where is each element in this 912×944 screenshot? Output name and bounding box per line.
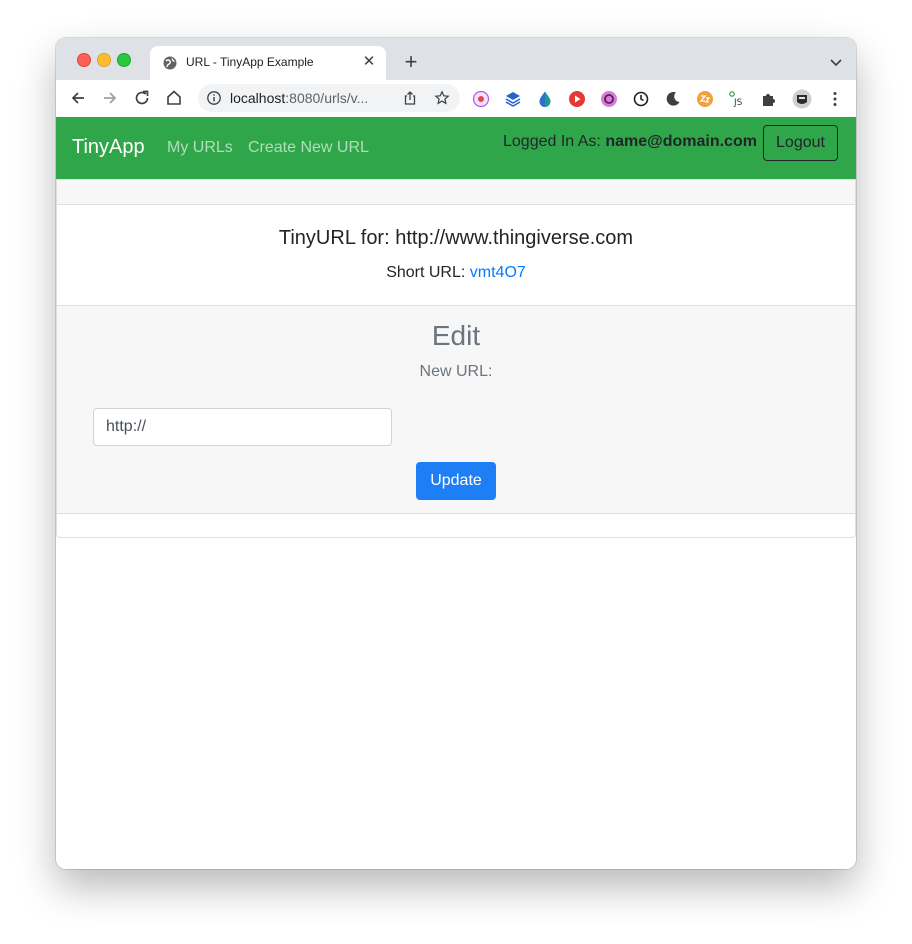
share-icon[interactable] bbox=[402, 90, 418, 106]
extension-a-icon[interactable] bbox=[472, 90, 490, 108]
short-url-label: Short URL: bbox=[386, 264, 466, 281]
globe-icon bbox=[163, 56, 177, 70]
more-icon[interactable] bbox=[826, 90, 844, 108]
home-icon[interactable] bbox=[164, 88, 184, 108]
nav-link-my-urls[interactable]: My URLs bbox=[167, 139, 233, 157]
chevron-down-icon[interactable] bbox=[826, 52, 846, 72]
logged-in-status: Logged In As: name@domain.com bbox=[503, 133, 757, 151]
bookmark-star-icon[interactable] bbox=[434, 90, 450, 106]
layers-icon[interactable] bbox=[504, 90, 522, 108]
clock-icon[interactable] bbox=[632, 90, 650, 108]
new-tab-button[interactable]: + bbox=[400, 51, 422, 74]
logout-button[interactable]: Logout bbox=[763, 125, 838, 161]
svg-text:JS: JS bbox=[733, 98, 743, 108]
address-url: localhost:8080/urls/v... bbox=[230, 90, 368, 106]
window-maximize-button[interactable] bbox=[117, 53, 131, 67]
back-arrow-icon[interactable] bbox=[68, 88, 88, 108]
forward-arrow-icon[interactable] bbox=[100, 88, 120, 108]
close-tab-icon[interactable]: ✕ bbox=[360, 53, 378, 71]
short-url-line: Short URL: vmt4O7 bbox=[57, 264, 855, 282]
app-navbar: TinyApp My URLs Create New URL Logged In… bbox=[56, 117, 856, 179]
brand-link[interactable]: TinyApp bbox=[72, 136, 145, 159]
puzzle-icon[interactable] bbox=[760, 90, 778, 108]
zz-icon[interactable] bbox=[696, 90, 714, 108]
moon-icon[interactable] bbox=[664, 90, 682, 108]
window-minimize-button[interactable] bbox=[97, 53, 111, 67]
address-bar[interactable]: localhost:8080/urls/v... bbox=[198, 84, 460, 112]
page-content: TinyApp My URLs Create New URL Logged In… bbox=[56, 117, 856, 869]
update-button[interactable]: Update bbox=[416, 462, 496, 500]
logged-in-label: Logged In As: bbox=[503, 133, 601, 150]
new-url-label: New URL: bbox=[419, 363, 493, 380]
short-url-link[interactable]: vmt4O7 bbox=[470, 264, 526, 281]
url-title: TinyURL for: http://www.thingiverse.com bbox=[278, 227, 634, 249]
reload-icon[interactable] bbox=[132, 88, 152, 108]
profile-avatar-icon[interactable] bbox=[792, 89, 812, 109]
window-close-button[interactable] bbox=[77, 53, 91, 67]
browser-toolbar: localhost:8080/urls/v... JS bbox=[56, 80, 856, 118]
url-host: localhost bbox=[230, 90, 286, 106]
user-email: name@domain.com bbox=[605, 133, 757, 150]
info-icon[interactable] bbox=[206, 90, 222, 106]
circle-icon[interactable] bbox=[600, 90, 618, 108]
new-url-input[interactable] bbox=[93, 408, 392, 446]
edit-heading: Edit bbox=[431, 320, 481, 351]
url-card: TinyURL for: http://www.thingiverse.com … bbox=[56, 179, 856, 538]
tab-strip: URL - TinyApp Example ✕ + bbox=[56, 38, 856, 80]
card-header bbox=[57, 180, 855, 205]
drop-icon[interactable] bbox=[536, 90, 554, 108]
tab-title: URL - TinyApp Example bbox=[186, 55, 314, 69]
url-path: :8080/urls/v... bbox=[285, 90, 369, 106]
play-icon[interactable] bbox=[568, 90, 586, 108]
edit-section: Edit New URL: Update bbox=[57, 305, 855, 514]
browser-tab[interactable]: URL - TinyApp Example ✕ bbox=[150, 46, 386, 80]
nav-link-create-new-url[interactable]: Create New URL bbox=[248, 139, 369, 157]
card-body: TinyURL for: http://www.thingiverse.com … bbox=[57, 205, 855, 305]
js-icon[interactable]: JS bbox=[728, 90, 746, 108]
browser-window: URL - TinyApp Example ✕ + localhost:8080… bbox=[56, 38, 856, 869]
